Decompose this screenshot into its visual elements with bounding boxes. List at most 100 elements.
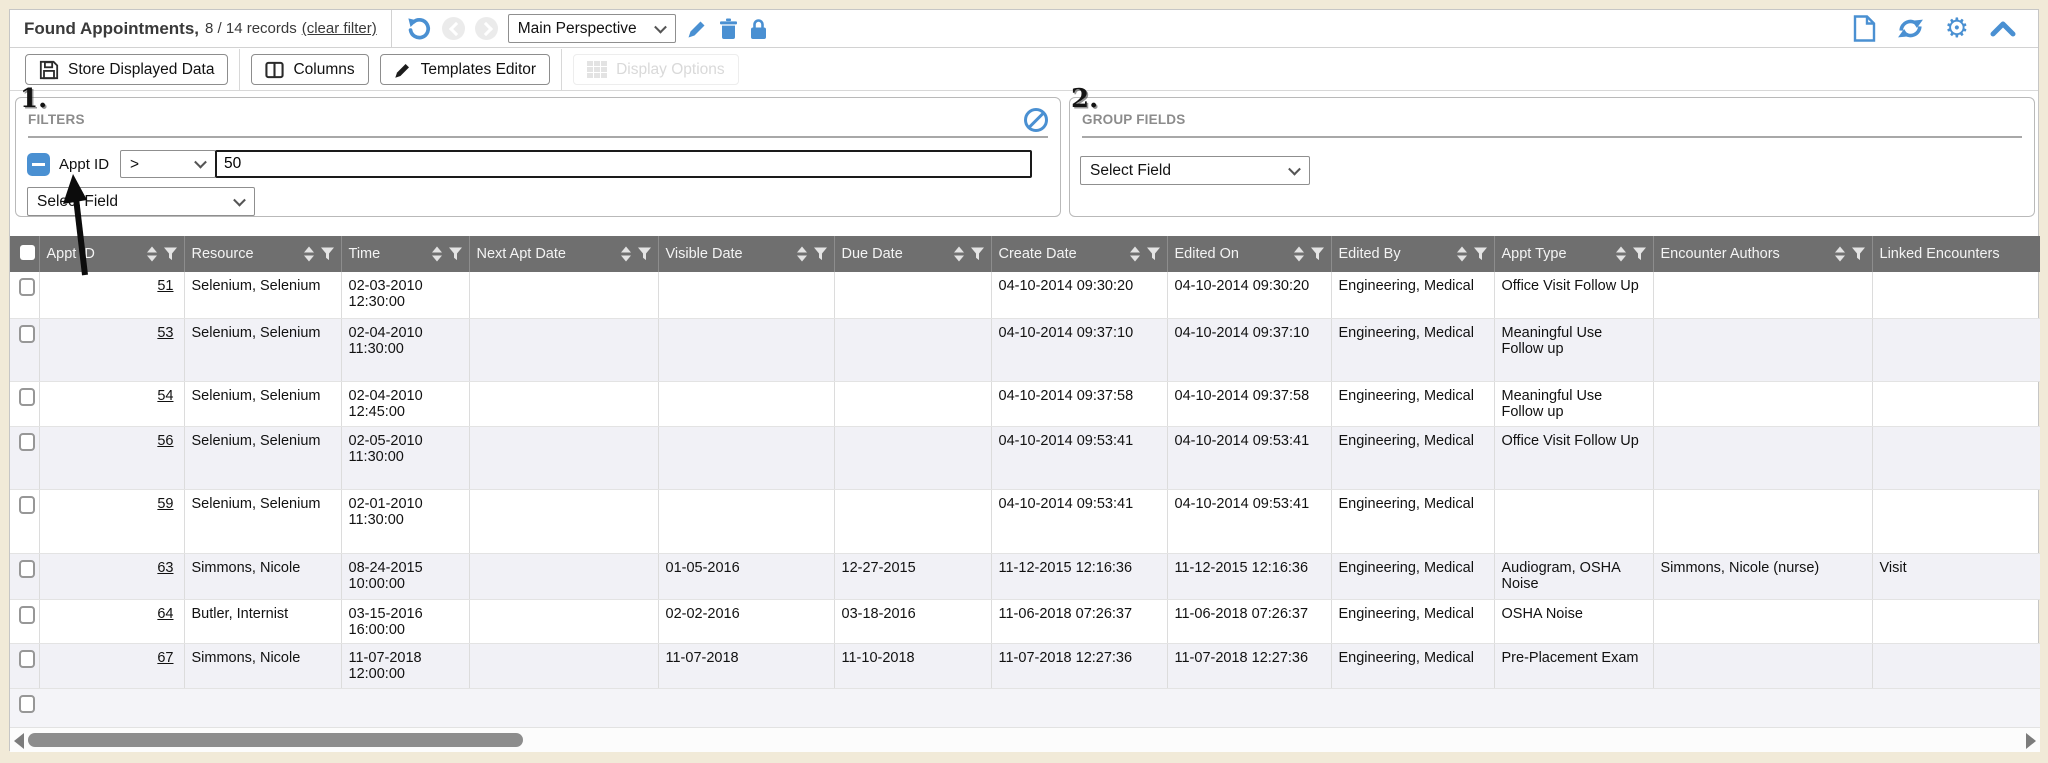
- row-checkbox[interactable]: [19, 606, 35, 624]
- sort-icon[interactable]: [797, 247, 807, 262]
- select-all-checkbox[interactable]: [20, 245, 35, 260]
- settings-button[interactable]: ⚙: [1945, 15, 1969, 42]
- filter-funnel-icon[interactable]: [1147, 248, 1160, 261]
- column-header-appt-id[interactable]: Appt ID: [39, 236, 184, 272]
- column-header-create-date[interactable]: Create Date: [991, 236, 1167, 272]
- column-header-edited-by[interactable]: Edited By: [1331, 236, 1494, 272]
- column-header-edited-on[interactable]: Edited On: [1167, 236, 1331, 272]
- appt-id-link[interactable]: 53: [157, 325, 173, 341]
- perspective-select[interactable]: Main Perspective: [508, 14, 676, 43]
- sort-icon[interactable]: [1616, 247, 1626, 262]
- remove-filter-button[interactable]: [27, 153, 50, 176]
- sort-icon[interactable]: [1835, 247, 1845, 262]
- scroll-right-arrow[interactable]: [2026, 733, 2036, 749]
- cell-encounter-authors: [1653, 318, 1872, 381]
- scroll-left-arrow[interactable]: [14, 733, 24, 749]
- column-header-due-date[interactable]: Due Date: [834, 236, 991, 272]
- column-label: Edited By: [1339, 246, 1401, 262]
- filter-funnel-icon[interactable]: [1474, 248, 1487, 261]
- cell-linked-encounters: Visit: [1872, 553, 2040, 599]
- filter-funnel-icon[interactable]: [1852, 248, 1865, 261]
- appt-id-link[interactable]: 67: [157, 650, 173, 666]
- sort-icon[interactable]: [954, 247, 964, 262]
- sort-icon[interactable]: [1294, 247, 1304, 262]
- column-header-appt-type[interactable]: Appt Type: [1494, 236, 1653, 272]
- filter-funnel-icon[interactable]: [638, 248, 651, 261]
- cell-edited-on: 04-10-2014 09:37:58: [1167, 381, 1331, 426]
- sort-icon[interactable]: [621, 247, 631, 262]
- cell-appt-type: Office Visit Follow Up: [1494, 426, 1653, 489]
- filter-funnel-icon[interactable]: [814, 248, 827, 261]
- row-checkbox[interactable]: [19, 388, 35, 406]
- scrollbar-thumb[interactable]: [28, 733, 523, 747]
- display-options-label: Display Options: [616, 61, 725, 79]
- filter-funnel-icon[interactable]: [1311, 248, 1324, 261]
- cell-edited-on: 11-06-2018 07:26:37: [1167, 599, 1331, 643]
- sort-icon[interactable]: [304, 247, 314, 262]
- cell-resource: Simmons, Nicole: [184, 553, 341, 599]
- delete-perspective-button[interactable]: [719, 18, 738, 39]
- column-header-time[interactable]: Time: [341, 236, 469, 272]
- filter-funnel-icon[interactable]: [449, 248, 462, 261]
- filter-operator-select[interactable]: >: [120, 150, 216, 178]
- undo-button[interactable]: [406, 16, 432, 42]
- templates-editor-button[interactable]: Templates Editor: [380, 54, 550, 85]
- filter-funnel-icon[interactable]: [971, 248, 984, 261]
- cell-linked-encounters: [1872, 599, 2040, 643]
- divider: [391, 10, 392, 48]
- appt-id-link[interactable]: 59: [157, 496, 173, 512]
- row-checkbox[interactable]: [19, 560, 35, 578]
- appt-id-link[interactable]: 64: [157, 606, 173, 622]
- sort-icon[interactable]: [147, 247, 157, 262]
- column-header-encounter-authors[interactable]: Encounter Authors: [1653, 236, 1872, 272]
- row-checkbox[interactable]: [19, 496, 35, 514]
- sort-icon[interactable]: [1130, 247, 1140, 262]
- columns-button[interactable]: Columns: [251, 54, 368, 85]
- column-header-next-apt-date[interactable]: Next Apt Date: [469, 236, 658, 272]
- cell-resource: Butler, Internist: [184, 599, 341, 643]
- cell-due-date: [834, 318, 991, 381]
- cell-edited-on: 11-12-2015 12:16:36: [1167, 553, 1331, 599]
- row-checkbox[interactable]: [19, 433, 35, 451]
- cell-time: 02-04-2010 12:45:00: [341, 381, 469, 426]
- column-header-visible-date[interactable]: Visible Date: [658, 236, 834, 272]
- clear-all-filters-button[interactable]: [1024, 108, 1048, 132]
- edit-perspective-button[interactable]: [687, 18, 708, 39]
- filter-funnel-icon[interactable]: [321, 248, 334, 261]
- cell-encounter-authors: Simmons, Nicole (nurse): [1653, 553, 1872, 599]
- appt-id-link[interactable]: 54: [157, 388, 173, 404]
- toolbar: Store Displayed Data Columns Templates E…: [10, 49, 2038, 91]
- history-back-button[interactable]: [442, 17, 465, 40]
- horizontal-scrollbar: [10, 727, 2040, 752]
- new-document-button[interactable]: [1853, 15, 1876, 42]
- add-filter-field-select[interactable]: Select Field: [27, 187, 255, 216]
- row-checkbox[interactable]: [19, 650, 35, 668]
- store-displayed-data-button[interactable]: Store Displayed Data: [25, 54, 228, 85]
- refresh-button[interactable]: [1897, 16, 1924, 41]
- chevron-up-icon: [1990, 20, 2016, 38]
- column-label: Create Date: [999, 246, 1077, 262]
- cell-next-apt-date: [469, 318, 658, 381]
- filter-value-input[interactable]: [215, 150, 1032, 178]
- row-checkbox[interactable]: [19, 278, 35, 296]
- collapse-button[interactable]: [1990, 20, 2016, 38]
- appt-id-link[interactable]: 51: [157, 278, 173, 294]
- group-fields-panel: GROUP FIELDS Select Field: [1069, 97, 2035, 217]
- column-header-resource[interactable]: Resource: [184, 236, 341, 272]
- sort-icon[interactable]: [1457, 247, 1467, 262]
- clear-filter-link[interactable]: (clear filter): [302, 20, 377, 37]
- filter-funnel-icon[interactable]: [1633, 248, 1646, 261]
- row-checkbox[interactable]: [19, 325, 35, 343]
- row-checkbox[interactable]: [19, 695, 35, 713]
- appt-id-link[interactable]: 63: [157, 560, 173, 576]
- table-row: 56Selenium, Selenium02-05-2010 11:30:000…: [10, 426, 2040, 489]
- group-field-select[interactable]: Select Field: [1080, 156, 1310, 185]
- appt-id-link[interactable]: 56: [157, 433, 173, 449]
- cell-select: [10, 318, 39, 381]
- lock-perspective-button[interactable]: [749, 18, 768, 40]
- filters-heading: FILTERS: [28, 112, 85, 127]
- history-forward-button[interactable]: [475, 17, 498, 40]
- sort-icon[interactable]: [432, 247, 442, 262]
- cell-appt-id: 59: [39, 489, 184, 553]
- filter-funnel-icon[interactable]: [164, 248, 177, 261]
